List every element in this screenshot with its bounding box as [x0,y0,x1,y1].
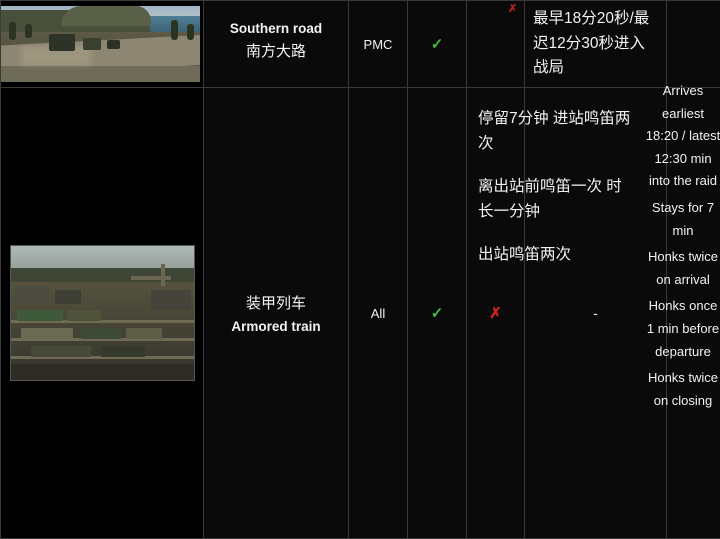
table-row: Southern road 南方大路 PMC ✓ 最早18分20秒/最迟12分3… [1,1,720,88]
note-en-line: Arrives earliest 18:20 / latest 12:30 mi… [644,80,720,193]
armored-train-notes-zh: 停留7分钟 进站鸣笛两次 离出站前鸣笛一次 时长一分钟 出站鸣笛两次 [470,100,641,274]
small-cross-marker: ✗ [508,2,517,15]
faction-cell: All [349,88,408,539]
faction-cell: PMC [349,1,408,88]
exfil-table-sheet: ESCAPE FROM TARKOV [0,0,720,522]
status-check-cell: ✓ [408,1,467,88]
southern-road-screenshot [1,1,204,88]
note-en-line: Honks twice on closing [644,367,720,412]
exfil-name-zh: 装甲列车 [210,290,342,319]
note-zh-line: 停留7分钟 进站鸣笛两次 [478,106,633,156]
status-check-cell: ✓ [408,88,467,539]
notes-zh-cell: 最早18分20秒/最迟12分30秒进入战局 [525,1,667,88]
note-en-line: Honks twice on arrival [644,246,720,291]
armored-train-image [10,245,195,381]
exfil-name-en: Armored train [210,319,342,336]
armored-train-screenshot [1,88,204,539]
exfil-name-zh: 南方大路 [210,38,342,67]
exfil-name-en: Southern road [210,21,342,38]
note-zh-line: 出站鸣笛两次 [478,242,633,267]
note-en-line: Stays for 7 min [644,197,720,242]
armored-train-notes-en: Arrives earliest 18:20 / latest 12:30 mi… [640,76,720,417]
note-zh-line: 最早18分20秒/最迟12分30秒进入战局 [533,10,649,77]
exfil-name-cell: Southern road 南方大路 [204,1,349,88]
note-zh-line: 离出站前鸣笛一次 时长一分钟 [478,174,633,224]
southern-road-image [1,6,200,82]
notes-en-cell-empty [667,1,720,88]
note-en-line: Honks once 1 min before departure [644,295,720,363]
exfil-name-cell: 装甲列车 Armored train [204,88,349,539]
